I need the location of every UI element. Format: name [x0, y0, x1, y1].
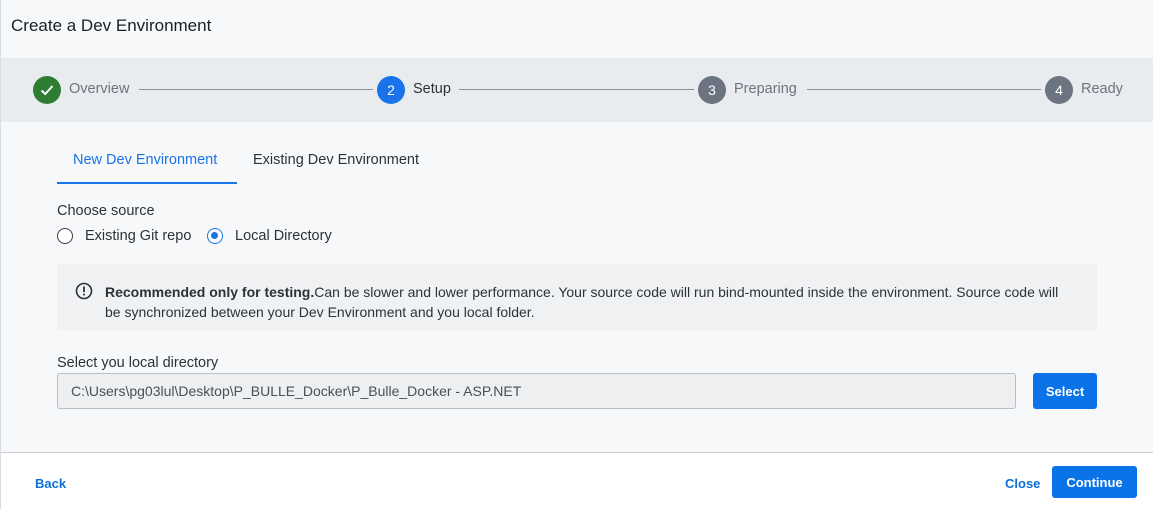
step-ready-number: 4 [1045, 76, 1073, 104]
local-directory-radio[interactable] [207, 228, 223, 244]
tab-existing-dev-environment[interactable]: Existing Dev Environment [253, 152, 419, 168]
dialog-header: Create a Dev Environment [1, 0, 1153, 58]
step-preparing-label: Preparing [734, 81, 797, 97]
back-button[interactable]: Back [35, 476, 66, 491]
step-preparing-number: 3 [698, 76, 726, 104]
active-tab-indicator [57, 182, 237, 184]
step-setup-label: Setup [413, 81, 451, 97]
select-directory-button[interactable]: Select [1033, 373, 1097, 409]
step-connector [459, 89, 694, 90]
step-connector [139, 89, 373, 90]
step-connector [807, 89, 1041, 90]
existing-git-repo-radio[interactable] [57, 228, 73, 244]
step-overview-label: Overview [69, 81, 130, 97]
notice-text: Recommended only for testing.Can be slow… [105, 282, 1075, 322]
setup-panel: New Dev Environment Existing Dev Environ… [1, 122, 1153, 452]
step-overview-check-icon [33, 76, 61, 104]
stepper: Overview 2 Setup 3 Preparing 4 Ready [1, 58, 1153, 122]
existing-git-repo-label[interactable]: Existing Git repo [85, 228, 191, 244]
step-setup-number: 2 [377, 76, 405, 104]
dialog-title: Create a Dev Environment [11, 16, 212, 35]
close-button[interactable]: Close [1005, 476, 1040, 491]
notice-bold-text: Recommended only for testing. [105, 284, 315, 300]
local-directory-input[interactable]: C:\Users\pg03lul\Desktop\P_BULLE_Docker\… [57, 373, 1016, 409]
testing-notice: Recommended only for testing.Can be slow… [57, 264, 1097, 330]
local-directory-field-label: Select you local directory [57, 355, 219, 371]
continue-button[interactable]: Continue [1052, 466, 1137, 498]
create-dev-environment-dialog: Create a Dev Environment Overview 2 Setu… [0, 0, 1153, 509]
dialog-footer: Back Close Continue [1, 452, 1153, 509]
choose-source-label: Choose source [57, 203, 155, 219]
local-directory-label[interactable]: Local Directory [235, 228, 332, 244]
step-ready-label: Ready [1081, 81, 1123, 97]
warning-circle-icon [75, 282, 93, 300]
tab-new-dev-environment[interactable]: New Dev Environment [73, 152, 217, 168]
